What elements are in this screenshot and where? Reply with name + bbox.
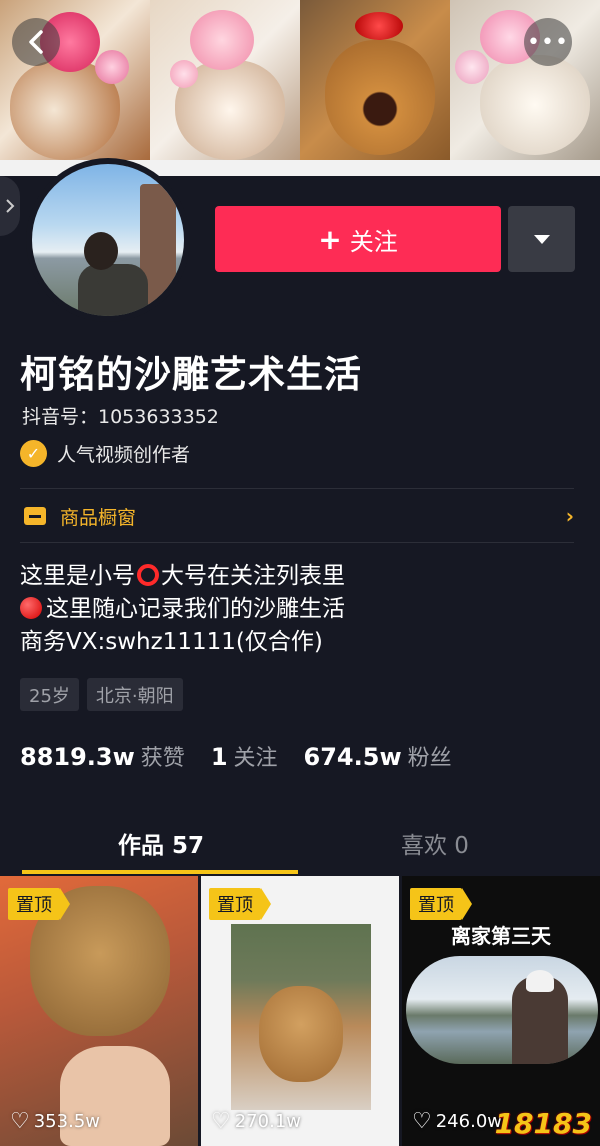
video-likes: ♡ 270.1w	[211, 1109, 301, 1134]
video-likes: ♡ 246.0w	[412, 1109, 502, 1134]
heart-icon: ♡	[10, 1109, 30, 1134]
video-photo	[406, 956, 598, 1064]
creator-badge[interactable]: ✓ 人气视频创作者	[20, 440, 190, 467]
banner-photo	[450, 0, 600, 160]
following-count[interactable]: 1	[211, 743, 228, 771]
video-thumbnail[interactable]: 置顶 ♡ 270.1w	[201, 876, 399, 1146]
follow-label: 关注	[349, 227, 398, 256]
following-label[interactable]: 关注	[234, 740, 278, 772]
video-likes: ♡ 353.5w	[10, 1109, 100, 1134]
bio-line: 这里随心记录我们的沙雕生活	[20, 593, 345, 626]
recommend-dropdown-button[interactable]	[508, 206, 575, 272]
flower-decoration	[190, 10, 254, 70]
profile-stats: 8819.3w 获赞 1 关注 674.5w 粉丝	[20, 740, 478, 772]
video-likes-count: 270.1w	[234, 1111, 301, 1132]
video-likes-count: 246.0w	[435, 1111, 502, 1132]
avatar-photo	[32, 164, 184, 316]
more-dots-icon: •••	[527, 29, 569, 55]
likes-label: 获赞	[140, 746, 185, 771]
chevron-left-icon	[29, 30, 43, 54]
banner-photo	[150, 0, 300, 160]
content-tabs: 作品 57 喜欢 0	[0, 812, 600, 874]
shop-icon	[24, 507, 46, 525]
profile-tags: 25岁 北京·朝阳	[20, 678, 183, 711]
pinned-badge: 置顶	[410, 888, 472, 920]
red-ring-emoji-icon	[137, 564, 159, 586]
divider	[20, 542, 574, 543]
flower-decoration	[170, 60, 198, 88]
profile-name: 柯铭的沙雕艺术生活	[20, 353, 362, 396]
profile-bio: 这里是小号 大号在关注列表里 这里随心记录我们的沙雕生活 商务VX:swhz111…	[20, 560, 345, 659]
heart-icon: ♡	[211, 1109, 231, 1134]
dog-face	[325, 40, 435, 155]
pinned-badge: 置顶	[209, 888, 271, 920]
tab-likes[interactable]: 喜欢 0	[401, 826, 469, 860]
chevron-right-icon	[6, 199, 15, 213]
bio-text: 这里随心记录我们的沙雕生活	[46, 596, 345, 622]
video-thumbnail[interactable]: 置顶 ♡ 353.5w	[0, 876, 198, 1146]
banner-photo	[300, 0, 450, 160]
bio-line: 这里是小号 大号在关注列表里	[20, 560, 345, 593]
flower-decoration	[455, 50, 489, 84]
bio-text: 大号在关注列表里	[161, 563, 345, 589]
bio-text: 这里是小号	[20, 563, 135, 589]
tab-works[interactable]: 作品 57	[118, 826, 204, 860]
video-likes-count: 353.5w	[33, 1111, 100, 1132]
caret-down-icon	[533, 234, 550, 244]
more-button[interactable]: •••	[524, 18, 572, 66]
back-button[interactable]	[12, 18, 60, 66]
shop-window-row[interactable]: 商品橱窗 ›	[20, 498, 574, 534]
followers-label[interactable]: 粉丝	[408, 740, 452, 772]
divider	[20, 488, 574, 489]
video-thumbnail[interactable]: 离家第三天 置顶 ♡ 246.0w 18183	[402, 876, 600, 1146]
followers-count[interactable]: 674.5w	[304, 743, 402, 771]
location-tag: 北京·朝阳	[86, 678, 183, 711]
likes-count: 8819.3w	[20, 743, 135, 771]
plus-icon: +	[318, 222, 342, 256]
dog-face	[480, 55, 590, 155]
shop-window-label: 商品橱窗	[60, 506, 137, 529]
side-expand-tab[interactable]	[0, 176, 20, 236]
avatar-person	[78, 264, 148, 316]
site-watermark: 18183	[494, 1107, 592, 1140]
age-tag: 25岁	[20, 678, 79, 711]
pinned-badge: 置顶	[8, 888, 70, 920]
person-photo	[512, 970, 568, 1064]
active-tab-indicator	[22, 870, 298, 874]
chevron-right-icon: ›	[565, 504, 574, 528]
verified-check-icon: ✓	[20, 440, 47, 467]
avatar[interactable]	[26, 158, 190, 322]
bio-line: 商务VX:swhz11111(仅合作)	[20, 629, 323, 655]
flower-decoration	[95, 50, 129, 84]
douyin-id[interactable]: 抖音号：1053633352	[22, 402, 219, 429]
avatar-person-head	[84, 232, 118, 270]
video-caption: 离家第三天	[451, 924, 551, 948]
red-circle-emoji-icon	[20, 597, 42, 619]
video-grid: 置顶 ♡ 353.5w 置顶 ♡ 270.1w 离家第三天 置顶 ♡ 246.0…	[0, 876, 600, 1146]
profile-banner	[0, 0, 600, 160]
follow-button[interactable]: + 关注	[215, 206, 501, 272]
creator-badge-label: 人气视频创作者	[57, 444, 191, 466]
dog-photo	[259, 986, 343, 1082]
heart-icon: ♡	[412, 1109, 432, 1134]
flower-decoration	[355, 12, 403, 40]
